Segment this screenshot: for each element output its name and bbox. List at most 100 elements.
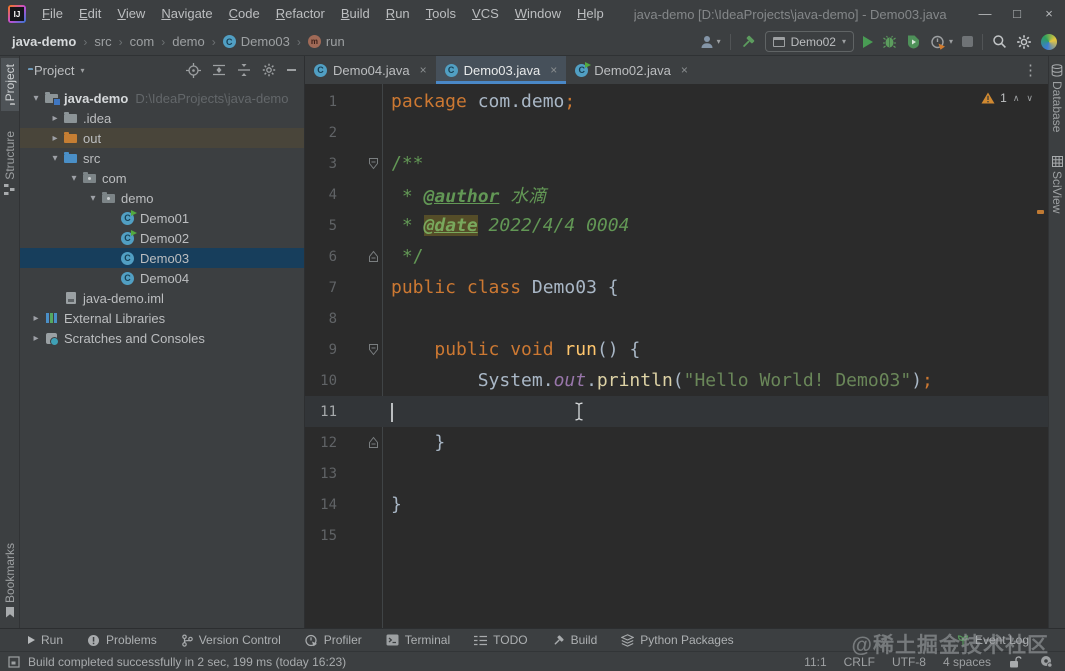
editor-line-3[interactable]: 3/**: [305, 148, 1048, 179]
line-number[interactable]: 5: [305, 210, 337, 241]
line-number[interactable]: 11: [305, 396, 337, 427]
run-configuration-select[interactable]: Demo02 ▾: [765, 31, 854, 52]
editor-tab-demo03-java[interactable]: Demo03.java×: [436, 56, 567, 84]
editor-line-2[interactable]: 2: [305, 117, 1048, 148]
menu-item-edit[interactable]: Edit: [71, 0, 109, 28]
line-number[interactable]: 7: [305, 272, 337, 303]
tree-row-demo01[interactable]: Demo01: [20, 208, 304, 228]
line-number[interactable]: 14: [305, 489, 337, 520]
tool-button-todo[interactable]: TODO: [474, 633, 527, 647]
tree-chevron-icon[interactable]: ▾: [47, 153, 63, 164]
tree-chevron-icon[interactable]: ▸: [28, 333, 44, 344]
tree-row-demo02[interactable]: Demo02: [20, 228, 304, 248]
expand-all-icon[interactable]: [212, 63, 226, 77]
editor-line-15[interactable]: 15: [305, 520, 1048, 551]
tree-row-demo[interactable]: ▾demo: [20, 188, 304, 208]
profiler-button[interactable]: ▾: [930, 34, 953, 50]
tool-button-sciview[interactable]: SciView: [1048, 150, 1065, 219]
maximize-button[interactable]: □: [1001, 0, 1033, 28]
avatar-icon[interactable]: ▾: [699, 34, 721, 50]
tree-chevron-icon[interactable]: ▾: [85, 193, 101, 204]
breadcrumb-item-java-demo[interactable]: java-demo: [10, 34, 78, 49]
menu-item-vcs[interactable]: VCS: [464, 0, 507, 28]
tool-button-python-packages[interactable]: Python Packages: [621, 633, 733, 647]
tree-chevron-icon[interactable]: ▾: [28, 93, 44, 104]
hide-panel-icon[interactable]: [287, 69, 296, 71]
error-stripe[interactable]: [1035, 84, 1046, 628]
fold-marker-icon[interactable]: [368, 157, 379, 170]
breadcrumb-item-demo03[interactable]: Demo03: [221, 34, 292, 49]
caret-position[interactable]: 11:1: [804, 655, 826, 669]
search-icon[interactable]: [992, 34, 1007, 49]
line-number[interactable]: 10: [305, 365, 337, 396]
indent-indicator[interactable]: 4 spaces: [943, 655, 991, 669]
editor[interactable]: 1package com.demo;23/**4 * @author 水滴5 *…: [305, 84, 1048, 628]
tool-button-project[interactable]: Project: [1, 58, 19, 111]
menu-item-file[interactable]: File: [34, 0, 71, 28]
editor-line-14[interactable]: 14}: [305, 489, 1048, 520]
line-number[interactable]: 4: [305, 179, 337, 210]
tool-button-event-log[interactable]: Event Log: [957, 633, 1029, 647]
editor-line-11[interactable]: 11: [305, 396, 1048, 427]
tool-button-profiler[interactable]: Profiler: [305, 633, 362, 647]
tree-row-scratches-and-consoles[interactable]: ▸Scratches and Consoles: [20, 328, 304, 348]
line-number[interactable]: 6: [305, 241, 337, 272]
breadcrumb-item-com[interactable]: com: [128, 34, 157, 49]
prev-issue-chevron-icon[interactable]: ∧: [1012, 93, 1021, 104]
warning-stripe-mark[interactable]: [1037, 210, 1044, 214]
editor-line-12[interactable]: 12 }: [305, 427, 1048, 458]
tree-row-external-libraries[interactable]: ▸External Libraries: [20, 308, 304, 328]
line-number[interactable]: 8: [305, 303, 337, 334]
background-tasks-icon[interactable]: [8, 656, 20, 668]
tool-button-structure[interactable]: Structure: [1, 125, 19, 201]
editor-line-4[interactable]: 4 * @author 水滴: [305, 179, 1048, 210]
locate-file-icon[interactable]: [186, 63, 201, 78]
tab-close-icon[interactable]: ×: [420, 63, 427, 77]
tab-options-icon[interactable]: ⋮: [1013, 56, 1048, 84]
colorful-sphere-icon[interactable]: [1041, 34, 1057, 50]
tree-chevron-icon[interactable]: ▸: [28, 313, 44, 324]
tree-row-com[interactable]: ▾com: [20, 168, 304, 188]
line-ending-indicator[interactable]: CRLF: [844, 655, 875, 669]
tree-row-demo03[interactable]: Demo03: [20, 248, 304, 268]
breadcrumb-item-demo[interactable]: demo: [170, 34, 207, 49]
build-hammer-icon[interactable]: [740, 34, 756, 50]
menu-item-navigate[interactable]: Navigate: [153, 0, 220, 28]
editor-line-5[interactable]: 5 * @date 2022/4/4 0004: [305, 210, 1048, 241]
menu-item-help[interactable]: Help: [569, 0, 612, 28]
tree-row-java-demo-iml[interactable]: java-demo.iml: [20, 288, 304, 308]
tool-button-terminal[interactable]: Terminal: [386, 633, 450, 647]
notifications-gear-icon[interactable]: [1039, 655, 1053, 668]
fold-marker-icon[interactable]: [368, 250, 379, 263]
tree-chevron-icon[interactable]: ▾: [66, 173, 82, 184]
close-button[interactable]: ×: [1033, 0, 1065, 28]
tool-button-build[interactable]: Build: [552, 633, 598, 647]
editor-tab-demo02-java[interactable]: Demo02.java×: [566, 56, 697, 84]
tool-button-problems[interactable]: Problems: [87, 633, 157, 647]
next-issue-chevron-icon[interactable]: ∨: [1025, 93, 1034, 104]
editor-line-1[interactable]: 1package com.demo;: [305, 86, 1048, 117]
line-number[interactable]: 1: [305, 86, 337, 117]
panel-settings-gear-icon[interactable]: [262, 63, 276, 77]
menu-item-run[interactable]: Run: [378, 0, 418, 28]
tool-button-version-control[interactable]: Version Control: [181, 633, 281, 647]
tool-button-run[interactable]: Run: [28, 633, 63, 647]
chevron-down-icon[interactable]: ▾: [80, 66, 84, 75]
tool-button-bookmarks[interactable]: Bookmarks: [1, 537, 19, 624]
stop-button[interactable]: [962, 36, 973, 47]
fold-marker-icon[interactable]: [368, 343, 379, 356]
editor-line-8[interactable]: 8: [305, 303, 1048, 334]
line-number[interactable]: 12: [305, 427, 337, 458]
line-number[interactable]: 2: [305, 117, 337, 148]
settings-gear-icon[interactable]: [1016, 34, 1032, 50]
editor-line-9[interactable]: 9 public void run() {: [305, 334, 1048, 365]
tab-close-icon[interactable]: ×: [681, 63, 688, 77]
tree-row-java-demo[interactable]: ▾java-demoD:\IdeaProjects\java-demo: [20, 88, 304, 108]
editor-line-7[interactable]: 7public class Demo03 {: [305, 272, 1048, 303]
tree-chevron-icon[interactable]: ▸: [47, 133, 63, 144]
menu-item-window[interactable]: Window: [507, 0, 569, 28]
tree-chevron-icon[interactable]: ▸: [47, 113, 63, 124]
tree-row--idea[interactable]: ▸.idea: [20, 108, 304, 128]
breadcrumb-item-src[interactable]: src: [92, 34, 113, 49]
collapse-all-icon[interactable]: [237, 63, 251, 77]
